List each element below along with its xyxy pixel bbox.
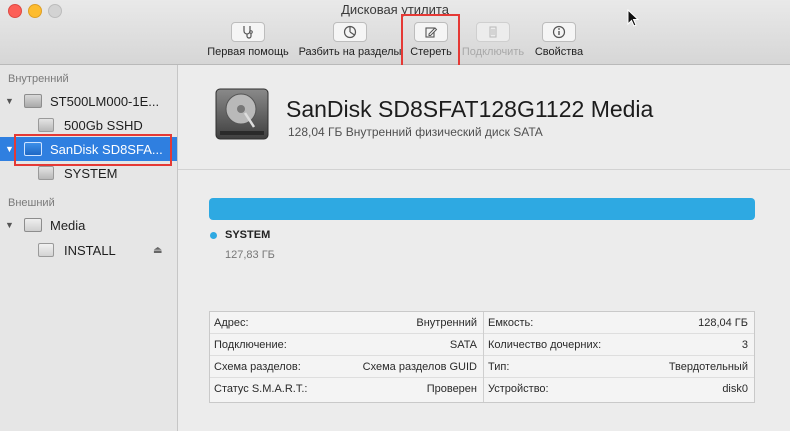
sidebar-item-label: INSTALL: [64, 242, 116, 258]
hard-disk-large-icon: [214, 87, 270, 141]
info-value: 128,04 ГБ: [698, 316, 748, 329]
disclosure-triangle-icon[interactable]: ▼: [5, 96, 14, 106]
info-row: Схема разделов: Схема разделов GUID: [210, 356, 483, 378]
mount-label: Подключить: [461, 46, 525, 58]
volume-icon: [38, 166, 54, 180]
sidebar-item-label: ST500LM000-1E...: [50, 93, 160, 109]
info-value: Схема разделов GUID: [362, 360, 477, 373]
info-key: Количество дочерних:: [488, 338, 602, 351]
partition-label: Разбить на разделы: [298, 46, 402, 58]
window-title: Дисковая утилита: [341, 2, 449, 17]
usage-bar: [209, 198, 755, 220]
sidebar-item-label: SYSTEM: [64, 165, 118, 181]
mount-icon: [476, 22, 510, 42]
erase-highlight-box: [401, 14, 460, 70]
disk-utility-window: Дисковая утилита Первая помощь Разбить н…: [0, 0, 790, 431]
info-value: Твердотельный: [668, 360, 748, 373]
info-column-right: Емкость: 128,04 ГБ Количество дочерних: 3 …: [484, 312, 754, 402]
info-row: Количество дочерних: 3: [484, 334, 754, 356]
disk-subtitle: 128,04 ГБ Внутренний физический диск SAT…: [288, 125, 543, 139]
sidebar-item-label: Media: [50, 217, 86, 233]
partition-button[interactable]: Разбить на разделы: [295, 22, 405, 58]
first-aid-label: Первая помощь: [207, 46, 289, 58]
sidebar: Внутренний ▼ ST500LM000-1E... 500Gb SSHD…: [0, 65, 178, 431]
volume-icon: [38, 243, 54, 257]
disclosure-triangle-icon[interactable]: ▼: [5, 220, 14, 230]
info-key: Емкость:: [488, 316, 534, 329]
divider: [178, 169, 790, 170]
eject-icon[interactable]: ⏏: [153, 245, 162, 256]
disk-title: SanDisk SD8SFAT128G1122 Media: [286, 96, 654, 122]
info-key: Адрес:: [214, 316, 249, 329]
sidebar-item-label: 500Gb SSHD: [64, 117, 143, 133]
legend-color-dot: [210, 232, 217, 239]
external-disk-icon: [24, 218, 42, 232]
info-key: Устройство:: [488, 383, 549, 395]
volume-icon: [38, 118, 54, 132]
info-value: 3: [741, 338, 748, 351]
info-table: Адрес: Внутренний Подключение: SATA Схема …: [209, 311, 755, 403]
stethoscope-icon: [231, 22, 265, 42]
info-value: disk0: [722, 383, 748, 395]
info-value: Внутренний: [416, 316, 477, 329]
info-row: Тип: Твердотельный: [484, 356, 754, 378]
mount-button[interactable]: Подключить: [458, 22, 528, 58]
info-row: Емкость: 128,04 ГБ: [484, 312, 754, 334]
disclosure-triangle-icon[interactable]: ▼: [5, 144, 14, 154]
info-key: Статус S.M.A.R.T.:: [214, 383, 308, 395]
sidebar-item-install[interactable]: INSTALL ⏏: [0, 238, 177, 262]
hard-disk-icon: [24, 94, 42, 108]
info-label: Свойства: [534, 46, 584, 58]
info-row: Статус S.M.A.R.T.: Проверен: [210, 378, 483, 400]
info-button[interactable]: Свойства: [530, 22, 588, 58]
info-value: Проверен: [426, 383, 477, 395]
sidebar-item-st500lm000[interactable]: ▼ ST500LM000-1E...: [0, 89, 177, 113]
info-row: Адрес: Внутренний: [210, 312, 483, 334]
info-key: Тип:: [488, 360, 510, 373]
info-row: Устройство: disk0: [484, 378, 754, 400]
info-row: Подключение: SATA: [210, 334, 483, 356]
first-aid-button[interactable]: Первая помощь: [207, 22, 289, 58]
info-value: SATA: [449, 338, 477, 351]
info-column-left: Адрес: Внутренний Подключение: SATA Схема …: [210, 312, 483, 402]
main-panel: SanDisk SD8SFAT128G1122 Media 128,04 ГБ …: [178, 65, 790, 431]
legend-volume-name: SYSTEM: [225, 229, 271, 241]
sidebar-section-external: Внешний: [8, 197, 55, 209]
info-key: Схема разделов:: [214, 360, 301, 373]
info-key: Подключение:: [214, 338, 287, 351]
partition-icon: [333, 22, 367, 42]
titlebar: Дисковая утилита Первая помощь Разбить н…: [0, 0, 790, 65]
legend-volume-size: 127,83 ГБ: [225, 249, 275, 261]
sidebar-item-system[interactable]: SYSTEM: [0, 161, 177, 185]
sidebar-item-media[interactable]: ▼ Media: [0, 213, 177, 237]
mouse-cursor-icon: [627, 8, 640, 32]
sidebar-section-internal: Внутренний: [8, 73, 69, 85]
info-icon: [542, 22, 576, 42]
